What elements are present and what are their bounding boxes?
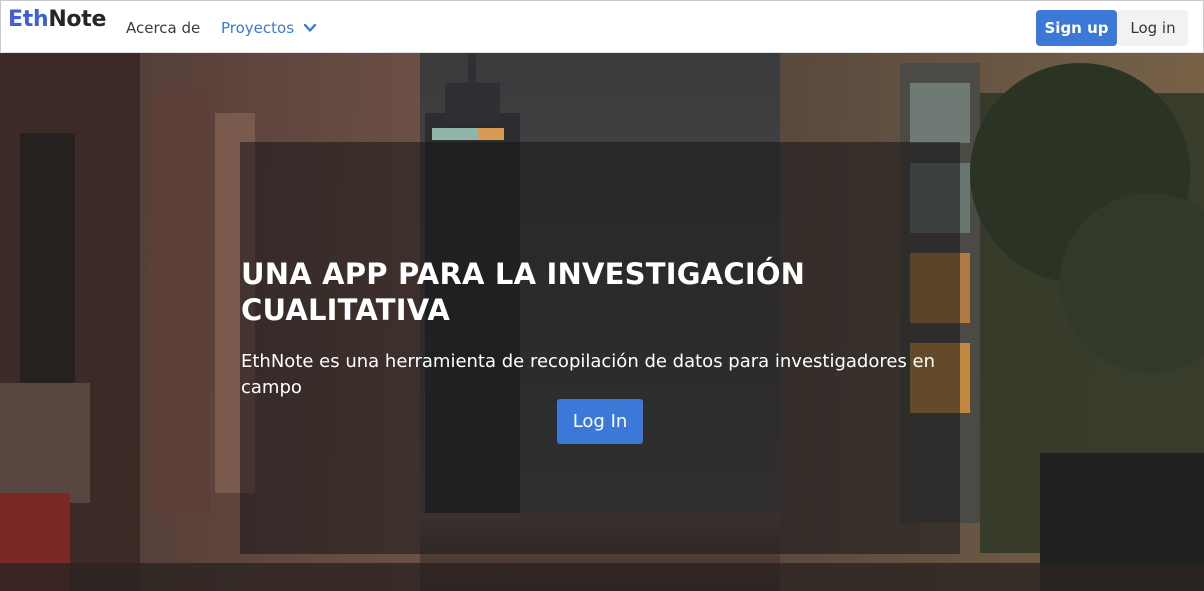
login-button[interactable]: Log in: [1118, 10, 1188, 46]
hero-login-button[interactable]: Log In: [557, 399, 643, 444]
hero-title-line-1: UNA APP PARA LA INVESTIGACIÓN: [241, 257, 806, 291]
brand-logo[interactable]: EthNote: [8, 6, 106, 34]
hero-section: UNA APP PARA LA INVESTIGACIÓN CUALITATIV…: [0, 53, 1204, 591]
brand-logo-eth: Eth: [8, 7, 49, 32]
hero-subtitle: EthNote es una herramienta de recopilaci…: [241, 351, 936, 398]
hero-title: UNA APP PARA LA INVESTIGACIÓN CUALITATIV…: [241, 256, 941, 328]
brand-logo-note: Note: [48, 7, 107, 32]
signup-button[interactable]: Sign up: [1036, 10, 1117, 46]
nav-link-about[interactable]: Acerca de: [126, 18, 200, 38]
hero-title-line-2: CUALITATIVA: [241, 293, 451, 327]
nav-link-projects[interactable]: Proyectos: [221, 18, 294, 38]
hero-overlay-panel: [240, 142, 960, 554]
chevron-down-icon[interactable]: [303, 21, 317, 35]
top-navbar: EthNote Acerca de Proyectos Sign up Log …: [0, 0, 1204, 53]
